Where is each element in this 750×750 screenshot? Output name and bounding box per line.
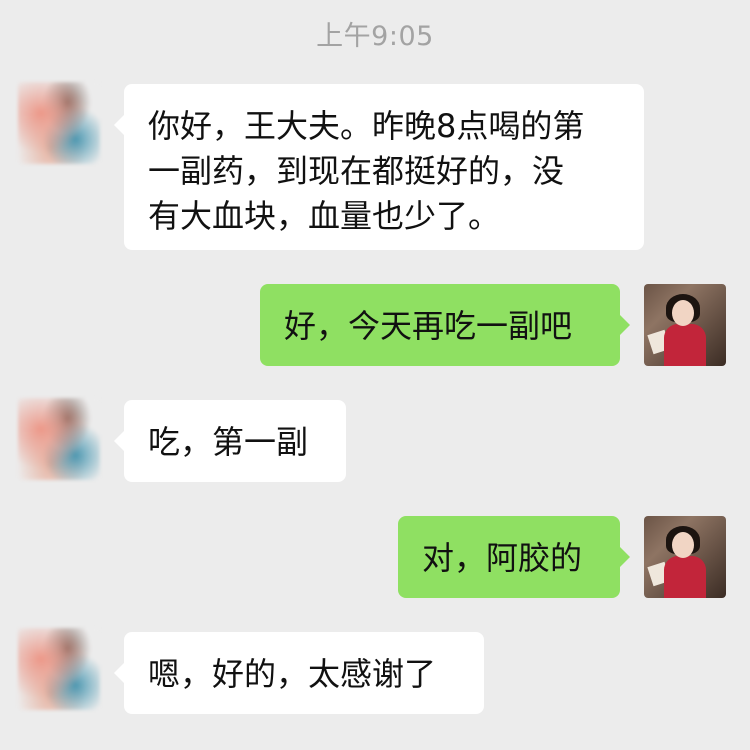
- message-bubble[interactable]: 嗯，好的，太感谢了: [114, 632, 484, 714]
- user-avatar[interactable]: [644, 284, 726, 366]
- chat-timestamp: 上午9:05: [316, 21, 434, 52]
- contact-avatar[interactable]: [18, 628, 100, 710]
- contact-avatar[interactable]: [18, 82, 100, 164]
- avatar-face: [672, 532, 694, 558]
- message-bubble[interactable]: 对，阿胶的: [398, 516, 630, 598]
- avatar-body: [664, 556, 706, 598]
- contact-avatar[interactable]: [18, 398, 100, 480]
- user-avatar[interactable]: [644, 516, 726, 598]
- avatar-face: [672, 300, 694, 326]
- message-bubble[interactable]: 吃，第一副: [114, 400, 346, 482]
- message-bubble[interactable]: 你好，王大夫。昨晚8点喝的第 一副药，到现在都挺好的，没 有大血块，血量也少了。: [114, 84, 644, 250]
- avatar-body: [664, 324, 706, 366]
- message-bubble[interactable]: 好，今天再吃一副吧: [260, 284, 630, 366]
